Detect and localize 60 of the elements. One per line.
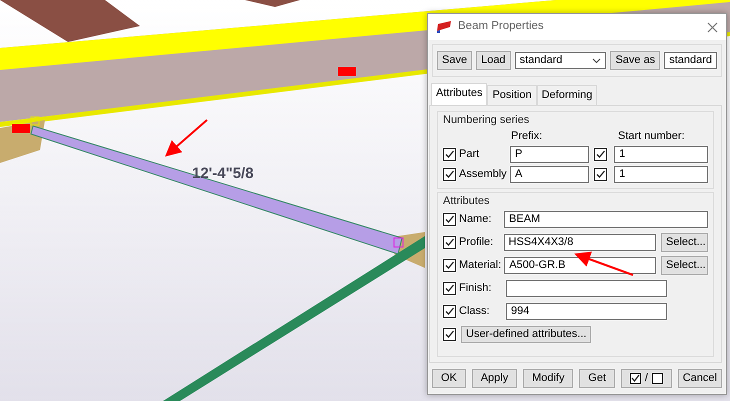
group-label: Attributes [443,194,490,210]
save-as-field[interactable]: standard [664,52,717,70]
cancel-button[interactable]: Cancel [678,369,722,388]
tab[interactable]: Deforming [536,85,598,105]
field-label: Part [459,146,480,162]
checkbox[interactable] [443,148,456,161]
checked-box-icon [630,373,641,384]
column-label: Prefix: [511,129,544,144]
marker [338,67,356,76]
annotation-arrow [164,119,208,157]
user-defined-attributes-button[interactable]: User-defined attributes... [461,326,592,344]
tab[interactable]: Attributes [431,83,488,105]
text-field[interactable]: HSS4X4X3/8 [504,234,656,252]
field-label: Assembly [459,166,507,182]
checkbox[interactable] [443,213,456,226]
checkbox[interactable] [594,148,608,161]
marker [12,124,30,133]
tab[interactable]: Position [487,85,537,105]
text-field[interactable]: BEAM [504,211,708,228]
handle[interactable] [394,238,404,248]
footer-button[interactable]: OK [432,369,466,388]
empty-box-icon [652,373,663,384]
annotation-arrow [574,252,634,276]
select-button[interactable]: Select... [661,256,708,276]
field-label: Finish: [459,281,492,296]
checkbox[interactable] [443,305,456,318]
field-label: Profile: [459,235,494,250]
group-label: Numbering series [443,112,530,128]
checkbox[interactable] [443,328,456,342]
prefix-field[interactable]: P [510,146,590,163]
checkbox[interactable] [443,282,456,296]
attribute-file-dropdown[interactable]: standard [514,52,606,70]
checkbox[interactable] [443,236,456,250]
beam-icon [436,21,452,34]
checkbox[interactable] [443,168,456,181]
start-number-field[interactable]: 1 [614,146,708,163]
checkbox[interactable] [594,168,608,181]
selected-beam[interactable] [30,125,403,255]
checkbox[interactable] [443,259,456,272]
save-button[interactable]: Save [437,51,472,70]
dimension-label: 12'-4"5/8 [192,164,254,184]
field-label: Name: [459,212,492,228]
load-button[interactable]: Load [476,51,511,70]
text-field[interactable]: 994 [506,303,667,320]
select-button[interactable]: Select... [661,233,708,252]
field-label: Material: [459,258,502,274]
toggle-checkboxes-button[interactable]: / [620,369,672,388]
footer-button[interactable]: Apply [472,369,518,388]
footer-button[interactable]: Modify [523,369,574,388]
prefix-field[interactable]: A [510,166,590,183]
text-field[interactable] [506,280,667,298]
save-as-button[interactable]: Save as [610,51,660,70]
text-field[interactable]: A500-GR.B [504,257,656,274]
separator-text: / [644,371,648,386]
field-label: Class: [459,304,491,320]
start-number-field[interactable]: 1 [614,166,708,183]
footer-button[interactable]: Get [579,369,616,388]
column-label: Start number: [618,129,685,144]
close-icon[interactable] [707,22,718,33]
window-title: Beam Properties [458,19,545,34]
